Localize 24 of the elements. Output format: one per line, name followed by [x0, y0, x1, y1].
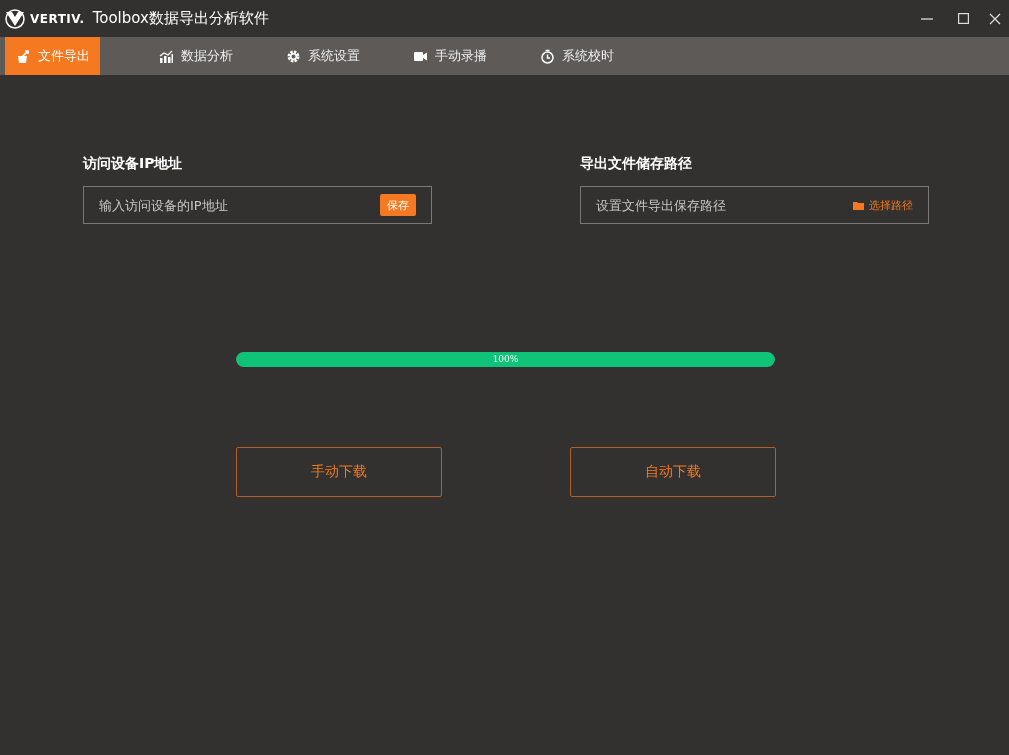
stopwatch-icon: [539, 48, 555, 64]
nav-tab[interactable]: 数据分析: [132, 37, 259, 75]
progress-reading: 100%: [491, 353, 520, 366]
window-title: Toolbox数据导出分析软件: [92, 9, 269, 28]
ip-address-field[interactable]: 输入访问设备的IP地址 保存: [83, 186, 432, 224]
nav-tab[interactable]: 手动录播: [386, 37, 513, 75]
download-button[interactable]: 自动下载: [570, 447, 776, 497]
field-label: 导出文件储存路径: [580, 155, 693, 173]
logo-icon: [5, 8, 25, 29]
save-path-field[interactable]: 设置文件导出保存路径 选择路径: [580, 186, 929, 224]
nav-tab[interactable]: 文件导出: [5, 37, 100, 75]
brand-name: VERTIV.: [30, 11, 85, 26]
field-label: 访问设备IP地址: [83, 155, 184, 173]
chart-icon: [158, 48, 174, 64]
save-button[interactable]: 保存: [380, 194, 416, 216]
settings-icon: [285, 48, 301, 64]
maximize-icon: [957, 13, 969, 24]
nav-tab[interactable]: 系统设置: [259, 37, 386, 75]
close-icon: [989, 12, 1001, 25]
choose-path-button[interactable]: 选择路径: [853, 197, 913, 213]
download-button[interactable]: 手动下载: [236, 447, 442, 497]
folder-icon: [853, 200, 864, 210]
export-icon: [15, 48, 31, 64]
nav-tab[interactable]: 系统校时: [513, 37, 640, 75]
